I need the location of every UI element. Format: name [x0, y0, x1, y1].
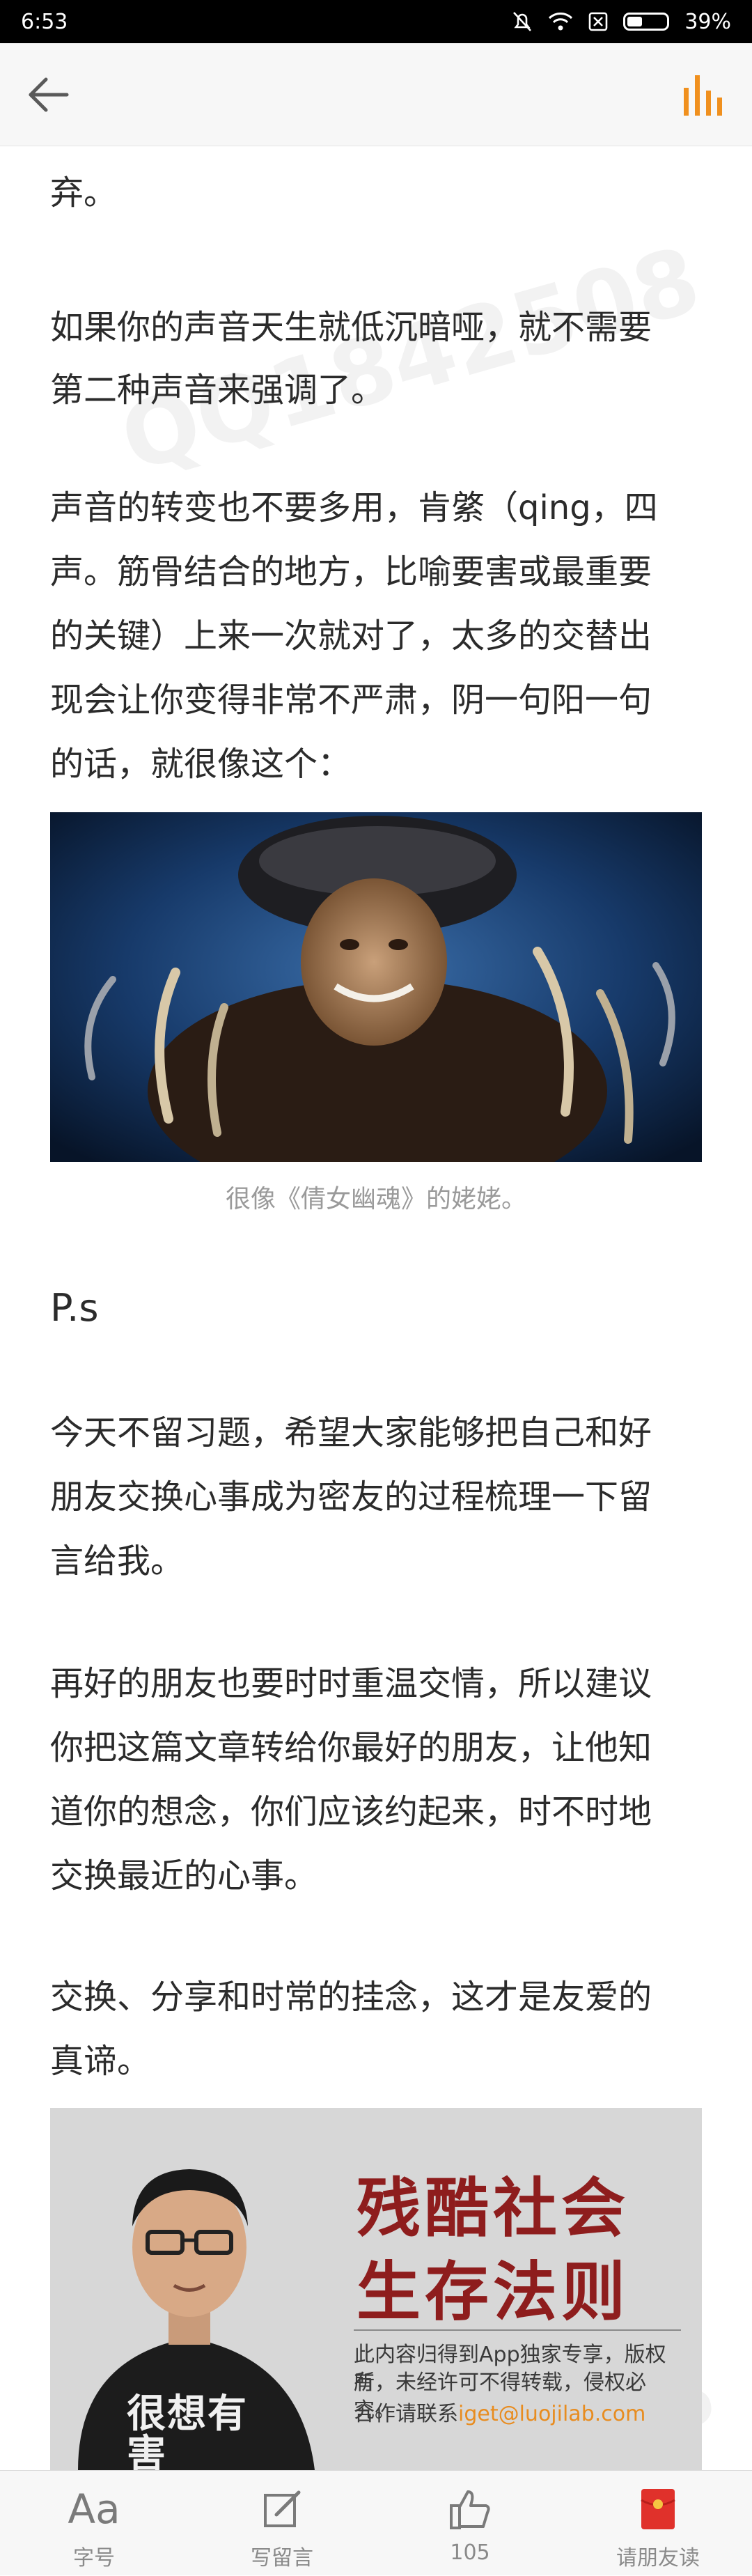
article-header [0, 43, 752, 146]
shirt-print-text: 很想有害 [127, 2391, 248, 2470]
battery-icon [623, 13, 670, 31]
thumbs-up-icon [400, 2486, 540, 2532]
image-caption: 很像《倩女幽魂》的姥姥。 [225, 1185, 526, 1213]
arrow-left-icon [29, 77, 69, 112]
back-button[interactable] [25, 74, 74, 116]
share-to-friend-button[interactable]: 请朋友读 [588, 2471, 728, 2576]
paragraph-line: 真谛。 [50, 2042, 151, 2081]
paragraph-line: 交换最近的心事。 [50, 1856, 318, 1895]
banner-title-line: 生存法则 [357, 2254, 630, 2329]
paragraph-line: 今天不留习题，希望大家能够把自己和好 [50, 1413, 652, 1452]
paragraph-line: 弃。 [50, 173, 118, 212]
movie-still-illustration [50, 812, 702, 1162]
edit-icon [212, 2486, 352, 2532]
paragraph-line: 交换、分享和时常的挂念，这才是友爱的 [50, 1978, 652, 2017]
font-size-icon-text: Aa [68, 2485, 120, 2533]
paragraph-line: 朋友交换心事成为密友的过程梳理一下留 [50, 1477, 652, 1516]
red-envelope-icon [588, 2486, 728, 2532]
paragraph-line: 现会让你变得非常不严肃，阴一句阳一句 [50, 681, 652, 720]
status-time: 6:53 [21, 9, 68, 34]
article-image-movie-still[interactable] [50, 812, 702, 1162]
write-comment-button[interactable]: 写留言 [212, 2471, 352, 2576]
font-size-button[interactable]: Aa 字号 [24, 2471, 164, 2576]
audio-bars-icon [684, 75, 722, 116]
sim-off-icon [589, 12, 608, 31]
paragraph-line: 再好的朋友也要时时重温交情，所以建议 [50, 1664, 652, 1703]
bottom-toolbar: Aa 字号 写留言 105 请朋友读 [0, 2470, 752, 2575]
font-size-label: 字号 [73, 2546, 115, 2570]
paragraph-line: 的关键）上来一次就对了，太多的交替出 [50, 616, 652, 655]
paragraph-line: 如果你的声音天生就低沉暗哑，就不需要 [50, 308, 652, 347]
paragraph-line: 道你的想念，你们应该约起来，时不时地 [50, 1792, 652, 1831]
contact-email[interactable]: iget@luojilab.com [458, 2402, 645, 2426]
banner-divider [354, 2329, 681, 2331]
contact-line: 合作请联系iget@luojilab.com [354, 2400, 681, 2428]
paragraph-line: 第二种声音来强调了。 [50, 371, 385, 410]
like-count: 105 [450, 2540, 490, 2565]
status-bar: 6:53 39% [0, 0, 752, 43]
paragraph-line: 声。筋骨结合的地方，比喻要害或最重要 [50, 552, 652, 591]
section-heading: P.s [50, 1286, 99, 1330]
course-banner[interactable]: 很想有害 残酷社会 生存法则 此内容归得到App独家专享，版权所 有，未经许可不… [50, 2108, 702, 2470]
paragraph-line: 言给我。 [50, 1542, 185, 1581]
paragraph-line: 你把这篇文章转给你最好的朋友，让他知 [50, 1728, 652, 1767]
status-icons: 39% [512, 10, 731, 34]
like-button[interactable]: 105 [400, 2471, 540, 2576]
contact-label: 合作请联系 [354, 2402, 458, 2426]
share-to-friend-label: 请朋友读 [616, 2546, 700, 2570]
font-size-icon: Aa [24, 2485, 164, 2533]
write-comment-label: 写留言 [251, 2546, 313, 2570]
banner-title-line: 残酷社会 [357, 2171, 630, 2246]
wifi-icon [549, 13, 573, 31]
battery-percent: 39% [684, 9, 731, 34]
paragraph-line: 的话，就很像这个： [50, 745, 352, 784]
audio-player-button[interactable] [680, 72, 728, 117]
paragraph-line: 声音的转变也不要多用，肯綮（qing，四 [50, 488, 658, 527]
mute-bell-icon [513, 12, 532, 31]
